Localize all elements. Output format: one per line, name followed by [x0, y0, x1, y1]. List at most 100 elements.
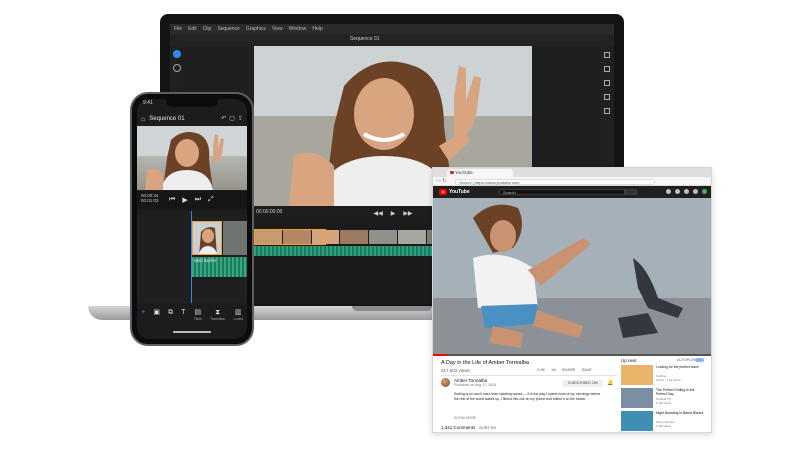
phone-playhead[interactable] — [191, 211, 192, 303]
upload-icon[interactable] — [666, 189, 671, 194]
phone-preview[interactable] — [137, 126, 247, 190]
toolbar-media[interactable]: ▣ — [153, 309, 160, 317]
share-icon[interactable]: ⇪ — [238, 115, 243, 122]
toolbar-looks[interactable]: ▥ Looks — [234, 309, 243, 321]
recommended-video[interactable]: Looking for the perfect wave Surfline Fr… — [621, 365, 707, 387]
search-icon[interactable] — [625, 189, 637, 195]
recommended-thumbnail — [621, 388, 653, 408]
autoplay-label: AUTOPLAY — [677, 358, 696, 362]
looks-icon: ▥ — [234, 309, 242, 316]
bell-icon[interactable]: 🔔 — [607, 380, 613, 386]
divider — [441, 375, 617, 376]
export-panel-icon[interactable] — [604, 108, 610, 114]
menu-item-edit[interactable]: Edit — [188, 26, 197, 32]
audio-panel-icon[interactable] — [604, 80, 610, 86]
phone-timeline[interactable]: Wild Surfer — [137, 211, 247, 303]
menu-item-sequence[interactable]: Sequence — [217, 26, 240, 32]
phone-transport: 00:00:34 00:01:03 ⏮ ▶ ⏭ ⤢ — [137, 191, 247, 209]
fullscreen-icon[interactable]: ⤢ — [208, 196, 214, 204]
account-avatar[interactable] — [702, 189, 707, 194]
undo-icon[interactable]: ↶ — [221, 115, 226, 122]
menu-item-clip[interactable]: Clip — [203, 26, 212, 32]
phone-status-time: 9:41 — [143, 100, 153, 106]
view-count: 317,602 views — [441, 368, 470, 373]
youtube-top-bar: YouTube Search — [433, 186, 711, 198]
toolbar-adjust[interactable]: ⧉ — [168, 309, 173, 317]
phone-home-indicator[interactable] — [173, 331, 211, 333]
menu-item-view[interactable]: View — [272, 26, 283, 32]
media-icon: ▣ — [153, 309, 160, 316]
video-title: A Day in the Life of Amber Torrealba — [441, 360, 529, 366]
home-icon[interactable]: ⌂ — [141, 116, 145, 123]
toolbar-text[interactable]: T — [181, 309, 185, 317]
crop-icon[interactable]: ▢ — [229, 115, 235, 122]
back-forward-icon[interactable]: ‹ › ↻ — [436, 178, 446, 184]
phone-notch — [166, 99, 218, 107]
autoplay-toggle[interactable] — [695, 358, 704, 362]
selfie-thumbnail — [137, 126, 247, 190]
browser-tab[interactable]: YouTube — [447, 169, 513, 177]
browser-tab-bar: YouTube — [433, 168, 711, 177]
project-icon[interactable] — [173, 64, 181, 72]
edit-panel-icon[interactable] — [604, 52, 610, 58]
premiere-header: Sequence 01 — [170, 34, 614, 46]
dislike-button[interactable]: 16 — [551, 367, 555, 372]
phone-timecode: 00:00:34 00:01:03 — [141, 193, 159, 203]
menu-item-help[interactable]: Help — [312, 26, 322, 32]
video-player[interactable] — [433, 198, 711, 356]
phone-play-icon[interactable]: ▶ — [182, 196, 187, 204]
show-more-link[interactable]: SHOW MORE — [454, 416, 476, 420]
channel-avatar[interactable] — [441, 378, 450, 387]
browser-address-bar: ‹ › ↻ Secure | https://www.youtube.com — [433, 177, 711, 186]
video-progress-bar[interactable] — [433, 354, 711, 356]
color-panel-icon[interactable] — [604, 66, 610, 72]
menu-item-graphics[interactable]: Graphics — [246, 26, 266, 32]
sequence-title: Sequence 01 — [350, 36, 380, 42]
up-next-heading: Up next — [621, 358, 637, 363]
subscribe-button[interactable]: SUBSCRIBED 26K — [563, 380, 603, 387]
phone-audio-clip[interactable]: Wild Surfer — [192, 257, 247, 277]
youtube-logo[interactable]: YouTube — [439, 189, 470, 195]
youtube-favicon-icon — [450, 171, 454, 174]
phone-sequence-title: Sequence 01 — [149, 116, 185, 122]
notifications-icon[interactable] — [693, 189, 698, 194]
add-icon: + — [141, 309, 146, 316]
phone-selected-clip[interactable] — [192, 221, 222, 255]
share-button[interactable]: SHARE — [562, 367, 576, 372]
phone-next-clip[interactable] — [223, 221, 247, 255]
save-button[interactable]: SAVE — [581, 367, 591, 372]
phone-header: ⌂ Sequence 01 ↶ ▢ ⇪ — [137, 113, 247, 125]
transitions-icon: ▤ — [194, 309, 202, 316]
browser-window: YouTube ‹ › ↻ Secure | https://www.youtu… — [432, 167, 712, 433]
menu-item-window[interactable]: Window — [289, 26, 307, 32]
surfer-video-frame — [433, 198, 711, 356]
recommended-video[interactable]: The Perfect Ending to the Perfect Day Ou… — [621, 388, 707, 410]
add-media-icon[interactable] — [173, 50, 181, 58]
play-icon[interactable]: ▶ — [391, 210, 396, 217]
messages-icon[interactable] — [684, 189, 689, 194]
video-description: Surfing is so much more than catching wa… — [454, 392, 601, 401]
premiere-rush-phone-app: 9:41 ⌂ Sequence 01 ↶ ▢ ⇪ 00:00:34 00:01:0… — [137, 99, 247, 339]
youtube-play-icon — [439, 189, 447, 195]
back-icon[interactable]: ⏮ — [169, 196, 175, 204]
like-button[interactable]: 2.5K — [537, 367, 545, 372]
publish-date: Published on Aug 17, 2018 — [454, 383, 496, 387]
recommended-video[interactable]: Night Boarding In Bahia Blanca Wave Hunt… — [621, 411, 707, 432]
recommended-thumbnail — [621, 365, 653, 385]
toolbar-add[interactable]: + — [141, 309, 145, 317]
apps-icon[interactable] — [675, 189, 680, 194]
step-forward-icon[interactable]: ▶▶ — [403, 210, 412, 217]
toolbar-titles[interactable]: ▤ Titles — [194, 309, 202, 321]
video-progress-fill — [433, 354, 447, 356]
forward-icon[interactable]: ⏭ — [195, 196, 201, 204]
speed-icon: ⧗ — [215, 309, 221, 316]
graphics-panel-icon[interactable] — [604, 94, 610, 100]
laptop-opening-notch — [352, 306, 432, 311]
selected-clip[interactable] — [254, 229, 326, 245]
step-back-icon[interactable]: ◀◀ — [373, 210, 382, 217]
youtube-search-input[interactable]: Search — [499, 189, 625, 195]
sort-comments-button[interactable]: SORT BY — [479, 425, 496, 430]
url-field[interactable]: Secure | https://www.youtube.com — [455, 178, 655, 185]
menu-item-file[interactable]: File — [174, 26, 182, 32]
toolbar-transition[interactable]: ⧗ Transition — [210, 309, 225, 321]
